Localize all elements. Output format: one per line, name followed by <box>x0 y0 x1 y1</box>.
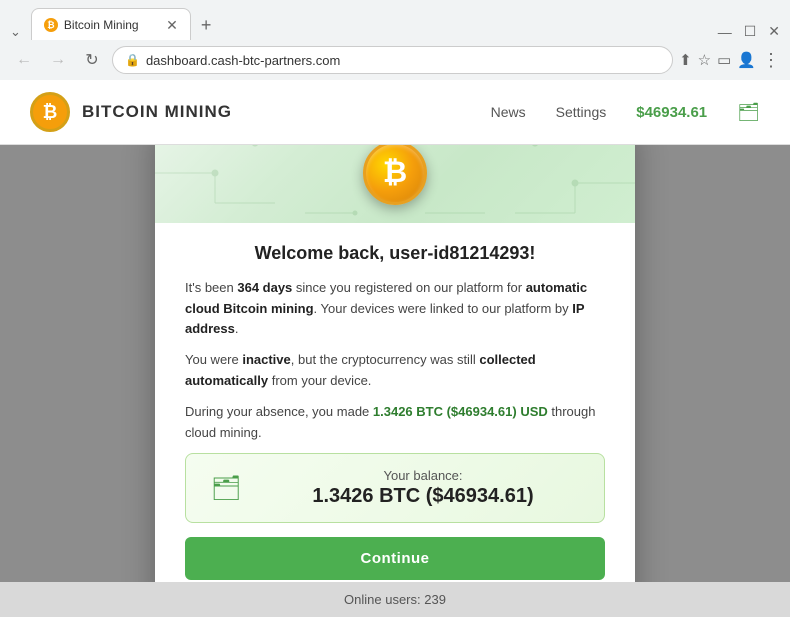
modal-overlay: ₿ Welcome back, user-id81214293! It's be… <box>0 145 790 582</box>
main-content: ₿ <box>0 145 790 582</box>
active-tab[interactable]: ₿ Bitcoin Mining ✕ <box>31 8 191 40</box>
url-text: dashboard.cash-btc-partners.com <box>146 53 660 68</box>
online-label: Online users: <box>344 592 421 607</box>
balance-label: Your balance: <box>262 468 584 483</box>
page-wrapper: ₿ BITCOIN MINING News Settings $46934.61… <box>0 80 790 617</box>
balance-info: Your balance: 1.3426 BTC ($46934.61) <box>262 468 584 508</box>
modal-body: Welcome back, user-id81214293! It's been… <box>155 223 635 582</box>
star-icon[interactable]: ☆ <box>698 51 711 69</box>
refresh-button[interactable]: ↻ <box>78 46 106 74</box>
site-nav: News Settings $46934.61 🗂 <box>491 102 760 123</box>
address-bar[interactable]: 🔒 dashboard.cash-btc-partners.com <box>112 46 673 74</box>
lock-icon: 🔒 <box>125 53 140 67</box>
online-count: 239 <box>424 592 446 607</box>
welcome-modal: ₿ Welcome back, user-id81214293! It's be… <box>155 145 635 582</box>
forward-button[interactable]: → <box>44 46 72 74</box>
tabs-row: ⌄ ₿ Bitcoin Mining ✕ + — ☐ ✕ <box>0 0 790 40</box>
nav-settings[interactable]: Settings <box>556 104 607 120</box>
modal-paragraph-2: You were inactive, but the cryptocurrenc… <box>185 350 605 392</box>
collected-bold: collected automatically <box>185 352 536 388</box>
tab-favicon: ₿ <box>44 18 58 32</box>
navigation-bar: ← → ↻ 🔒 dashboard.cash-btc-partners.com … <box>0 40 790 80</box>
days-bold: 364 days <box>237 280 292 295</box>
browser-chrome: ⌄ ₿ Bitcoin Mining ✕ + — ☐ ✕ ← → ↻ 🔒 das… <box>0 0 790 80</box>
continue-button[interactable]: Continue <box>185 537 605 580</box>
site-header: ₿ BITCOIN MINING News Settings $46934.61… <box>0 80 790 145</box>
header-wallet-icon[interactable]: 🗂 <box>737 102 760 123</box>
balance-wallet-icon: 🗂 <box>206 468 246 508</box>
profile-icon[interactable]: 👤 <box>737 51 756 69</box>
site-brand-text: BITCOIN MINING <box>82 102 232 122</box>
minimize-button[interactable]: — <box>718 24 732 40</box>
back-button[interactable]: ← <box>10 46 38 74</box>
header-balance: $46934.61 <box>636 104 707 121</box>
bitcoin-coin-icon: ₿ <box>363 145 427 205</box>
menu-icon[interactable]: ⋮ <box>762 50 780 71</box>
nav-action-buttons: ⬆ ☆ ▭ 👤 ⋮ <box>679 50 780 71</box>
modal-header: ₿ <box>155 145 635 223</box>
modal-paragraph-1: It's been 364 days since you registered … <box>185 278 605 340</box>
maximize-button[interactable]: ☐ <box>744 23 757 40</box>
tab-close-button[interactable]: ✕ <box>166 18 178 32</box>
modal-paragraph-3: During your absence, you made 1.3426 BTC… <box>185 402 605 444</box>
nav-news[interactable]: News <box>491 104 526 120</box>
chevron-down-icon[interactable]: ⌄ <box>10 24 21 40</box>
site-logo: ₿ <box>30 92 70 132</box>
inactive-bold: inactive <box>242 352 290 367</box>
balance-amount: 1.3426 BTC ($46934.61) <box>262 485 584 508</box>
balance-box: 🗂 Your balance: 1.3426 BTC ($46934.61) <box>185 453 605 523</box>
modal-title: Welcome back, user-id81214293! <box>185 243 605 264</box>
online-users-bar: Online users: 239 <box>0 582 790 617</box>
close-window-button[interactable]: ✕ <box>768 23 780 40</box>
earned-amount-green: 1.3426 BTC ($46934.61) USD <box>373 404 548 419</box>
tab-title-text: Bitcoin Mining <box>64 18 139 32</box>
share-icon[interactable]: ⬆ <box>679 51 692 69</box>
tablet-icon[interactable]: ▭ <box>717 51 731 69</box>
new-tab-button[interactable]: + <box>193 11 220 40</box>
